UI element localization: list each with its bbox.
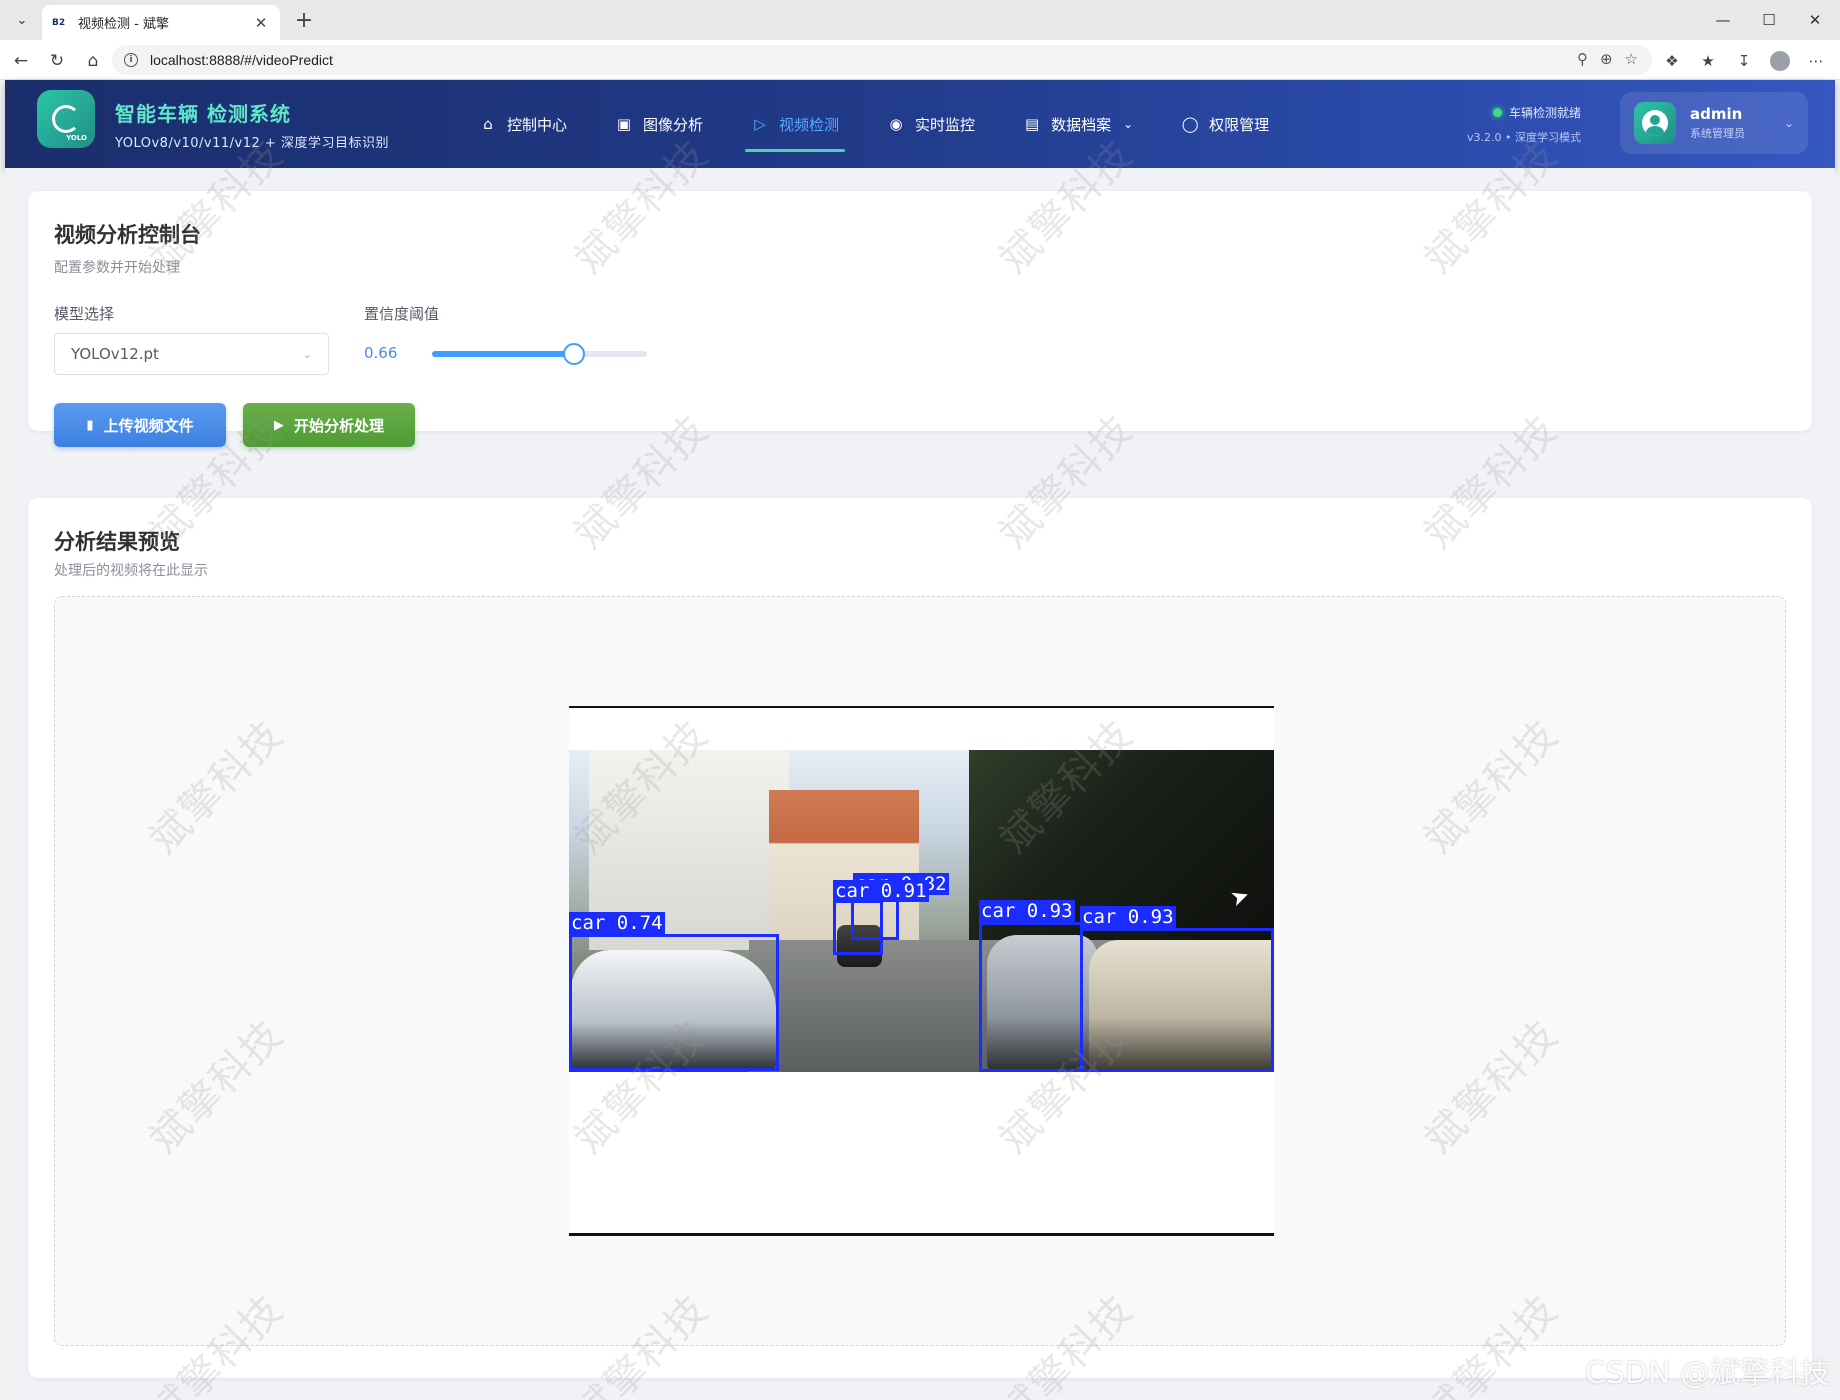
browser-tab[interactable]: B2 视频检测 - 斌擎 ✕ xyxy=(42,5,280,40)
detection-box xyxy=(569,934,779,1071)
detection-label: car 0.93 xyxy=(1080,906,1176,928)
status-online-dot-icon xyxy=(1492,108,1502,117)
result-video[interactable]: car 0.74 car 0.82 car 0.91 car 0.93 car … xyxy=(569,706,1274,1236)
start-button-label: 开始分析处理 xyxy=(293,416,384,435)
camera-icon: ◉ xyxy=(889,115,903,133)
image-icon: ▣ xyxy=(616,115,632,133)
zoom-icon[interactable]: ⊕ xyxy=(1600,50,1613,68)
video-frame: car 0.74 car 0.82 car 0.91 car 0.93 car … xyxy=(569,750,1274,1072)
detection-label: car 0.93 xyxy=(979,900,1075,922)
confidence-label: 置信度阈值 xyxy=(364,305,440,323)
chevron-down-icon: ⌄ xyxy=(1783,116,1794,130)
download-icon[interactable]: ↧ xyxy=(1732,49,1756,73)
detection-box xyxy=(1080,928,1274,1072)
favicon-icon: B2 xyxy=(52,17,66,28)
logo-badge: YOLO xyxy=(66,134,87,142)
window-close-icon[interactable]: ✕ xyxy=(1792,0,1838,40)
system-status: 车辆检测就绪 v3.2.0 • 深度学习模式 xyxy=(1467,104,1581,145)
user-avatar-icon xyxy=(1642,110,1668,136)
nav-label: 数据档案 xyxy=(1051,115,1112,134)
app-title: 智能车辆 检测系统 xyxy=(115,102,291,126)
file-icon: ▮ xyxy=(86,417,94,433)
main-nav: ⌂ 控制中心 ▣ 图像分析 ▷ 视频检测 ◉ 实时监控 ▤ 数据档案 ⌄ ◯ 权… xyxy=(455,80,1293,168)
preview-card: 分析结果预览 处理后的视频将在此显示 car 0.74 car 0.91 car… xyxy=(28,498,1812,1378)
model-select-label: 模型选择 xyxy=(54,305,115,323)
more-menu-icon[interactable]: ⋯ xyxy=(1804,49,1828,73)
nav-item-realtime-monitor[interactable]: ◉ 实时监控 xyxy=(863,80,999,168)
detection-label: car 0.91 xyxy=(833,880,929,902)
url-text: localhost:8888/#/videoPredict xyxy=(150,52,333,68)
nav-item-image-analysis[interactable]: ▣ 图像分析 xyxy=(591,80,727,168)
play-icon: ▶ xyxy=(273,417,284,433)
control-panel-title: 视频分析控制台 xyxy=(54,223,201,247)
nav-item-data-archive[interactable]: ▤ 数据档案 ⌄ xyxy=(999,80,1157,168)
user-menu[interactable]: admin 系统管理员 ⌄ xyxy=(1620,92,1808,154)
browser-toolbar: ← ↻ ⌂ i localhost:8888/#/videoPredict ⚲ … xyxy=(0,40,1840,80)
nav-label: 权限管理 xyxy=(1209,115,1270,134)
minimize-icon[interactable]: — xyxy=(1700,0,1746,40)
control-panel-card: 视频分析控制台 配置参数并开始处理 模型选择 YOLOv12.pt ⌄ 置信度阈… xyxy=(28,191,1812,447)
favorite-star-icon[interactable]: ☆ xyxy=(1625,50,1638,68)
site-info-icon[interactable]: i xyxy=(124,53,138,67)
play-circle-icon: ▷ xyxy=(754,115,766,133)
app-header: YOLO 智能车辆 检测系统 YOLOv8/v10/v11/v12 + 深度学习… xyxy=(5,80,1835,168)
preview-subtitle: 处理后的视频将在此显示 xyxy=(54,563,208,579)
detection-box xyxy=(979,922,1083,1072)
document-icon: ▤ xyxy=(1024,115,1040,133)
user-name: admin xyxy=(1690,105,1743,123)
new-tab-plus-icon[interactable]: + xyxy=(290,6,318,34)
profile-icon[interactable] xyxy=(1768,49,1792,73)
logo-ring-icon xyxy=(52,105,80,133)
confidence-slider-fill xyxy=(432,351,574,357)
detection-label: car 0.74 xyxy=(569,912,665,934)
nav-item-control-center[interactable]: ⌂ 控制中心 xyxy=(455,80,591,168)
video-preview-area: car 0.74 car 0.82 car 0.91 car 0.93 car … xyxy=(54,596,1786,1346)
nav-label: 实时监控 xyxy=(915,115,976,134)
home-icon: ⌂ xyxy=(483,115,493,133)
browser-tabstrip: ⌄ B2 视频检测 - 斌擎 ✕ + — ☐ ✕ xyxy=(0,0,1840,40)
page-content: 视频分析控制台 配置参数并开始处理 模型选择 YOLOv12.pt ⌄ 置信度阈… xyxy=(5,168,1835,1400)
favorites-icon[interactable]: ★ xyxy=(1696,49,1720,73)
confidence-slider[interactable] xyxy=(432,343,647,365)
tab-title: 视频检测 - 斌擎 xyxy=(78,17,169,32)
confidence-value: 0.66 xyxy=(364,344,398,362)
user-role: 系统管理员 xyxy=(1690,127,1745,140)
version-text: v3.2.0 • 深度学习模式 xyxy=(1467,131,1581,144)
extensions-icon[interactable]: ❖ xyxy=(1660,49,1684,73)
upload-button-label: 上传视频文件 xyxy=(103,416,194,435)
user-icon: ◯ xyxy=(1181,115,1199,133)
nav-label: 视频检测 xyxy=(779,115,840,134)
app-logo[interactable]: YOLO xyxy=(37,90,95,148)
csdn-watermark: CSDN @斌擎科技 xyxy=(1584,1356,1830,1391)
chevron-down-icon: ⌄ xyxy=(302,347,312,361)
nav-label: 图像分析 xyxy=(643,115,704,134)
nav-item-video-detection[interactable]: ▷ 视频检测 xyxy=(727,80,863,168)
preview-title: 分析结果预览 xyxy=(54,530,180,554)
home-icon[interactable]: ⌂ xyxy=(80,48,106,74)
reload-icon[interactable]: ↻ xyxy=(44,48,70,74)
maximize-icon[interactable]: ☐ xyxy=(1746,0,1792,40)
chevron-down-icon: ⌄ xyxy=(1123,117,1134,131)
control-panel-subtitle: 配置参数并开始处理 xyxy=(54,260,180,276)
tab-list-chevron-icon[interactable]: ⌄ xyxy=(8,7,36,33)
start-analysis-button[interactable]: ▶ 开始分析处理 xyxy=(243,403,415,447)
tab-close-icon[interactable]: ✕ xyxy=(252,14,270,32)
upload-video-button[interactable]: ▮ 上传视频文件 xyxy=(54,403,226,447)
avatar xyxy=(1634,102,1676,144)
address-bar[interactable]: i localhost:8888/#/videoPredict ⚲ ⊕ ☆ xyxy=(112,45,1652,75)
status-text: 车辆检测就绪 xyxy=(1508,106,1581,120)
back-arrow-icon[interactable]: ← xyxy=(8,48,34,74)
app-subtitle: YOLOv8/v10/v11/v12 + 深度学习目标识别 xyxy=(115,136,389,151)
nav-label: 控制中心 xyxy=(507,115,568,134)
model-select-value: YOLOv12.pt xyxy=(71,345,159,363)
model-select[interactable]: YOLOv12.pt ⌄ xyxy=(54,333,329,375)
key-icon[interactable]: ⚲ xyxy=(1577,50,1588,68)
nav-item-permissions[interactable]: ◯ 权限管理 xyxy=(1157,80,1293,168)
confidence-slider-handle[interactable] xyxy=(562,343,585,365)
